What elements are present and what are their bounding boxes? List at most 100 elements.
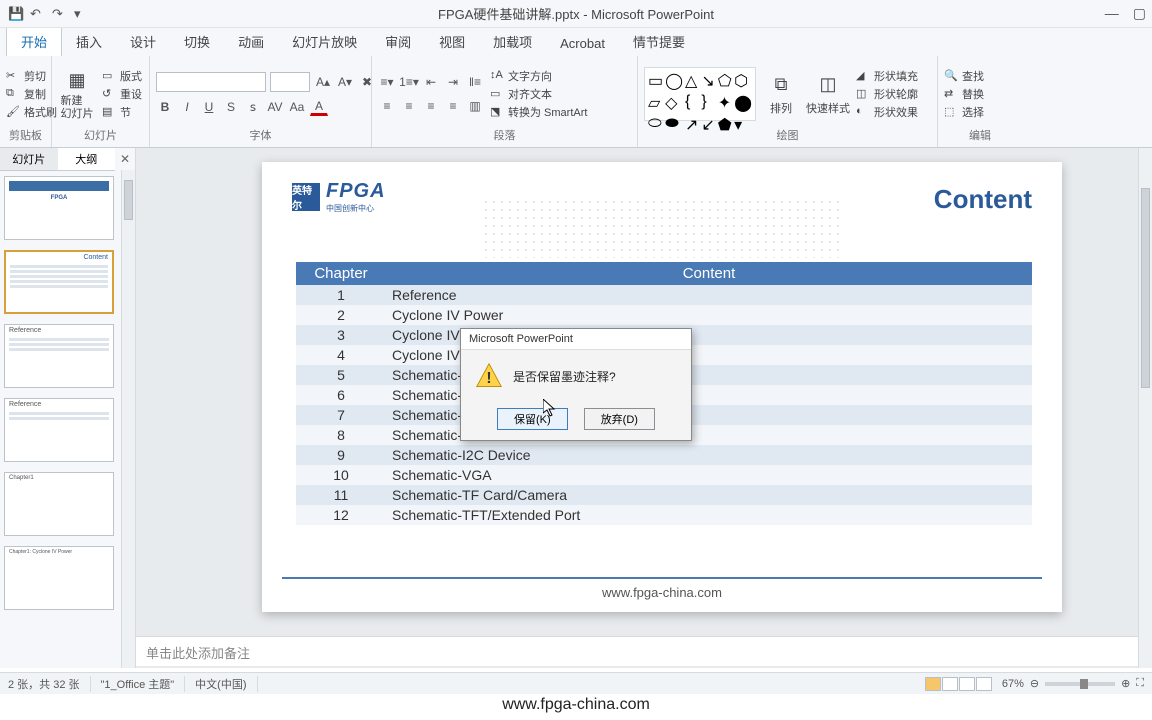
slideshow-view-button[interactable] xyxy=(976,677,992,691)
redo-icon[interactable]: ↷ xyxy=(52,6,68,22)
slide-thumb[interactable]: Content xyxy=(4,250,114,314)
shapes-gallery[interactable]: ▭◯△↘⬠⬡ ▱◇{}✦⬤ ⬭⬬↗↙⬟▾ xyxy=(644,67,756,121)
section-button[interactable]: ▤节 xyxy=(102,104,142,120)
bold-button[interactable]: B xyxy=(156,98,174,116)
grow-font-icon[interactable]: A▴ xyxy=(314,73,332,91)
shape-icon[interactable]: ⬤ xyxy=(734,93,752,113)
align-left-button[interactable]: ≡ xyxy=(378,97,396,115)
italic-button[interactable]: I xyxy=(178,98,196,116)
shape-icon[interactable]: △ xyxy=(685,71,699,91)
warning-icon: ! xyxy=(475,362,503,390)
columns-button[interactable]: ▥ xyxy=(466,97,484,115)
align-center-button[interactable]: ≡ xyxy=(400,97,418,115)
tab-home[interactable]: 开始 xyxy=(6,26,62,56)
slide-thumb[interactable]: FPGA xyxy=(4,176,114,240)
tab-design[interactable]: 设计 xyxy=(116,27,170,56)
shape-icon[interactable]: } xyxy=(701,93,715,113)
shape-outline-button[interactable]: ◫形状轮廓 xyxy=(856,86,918,102)
quick-styles-button[interactable]: ◫快速样式 xyxy=(806,72,850,116)
tab-transitions[interactable]: 切换 xyxy=(170,27,224,56)
discard-button[interactable]: 放弃(D) xyxy=(584,408,655,430)
slide-thumb[interactable]: Reference xyxy=(4,398,114,462)
undo-icon[interactable]: ↶ xyxy=(30,6,46,22)
convert-smartart-button[interactable]: ⬔转换为 SmartArt xyxy=(490,104,587,120)
shape-icon[interactable]: ↘ xyxy=(701,71,715,91)
zoom-level[interactable]: 67% xyxy=(1002,678,1024,690)
reset-button[interactable]: ↺重设 xyxy=(102,86,142,102)
arrange-button[interactable]: ⧉排列 xyxy=(762,72,800,116)
shape-icon[interactable]: { xyxy=(685,93,699,113)
fit-window-icon[interactable]: ⛶ xyxy=(1136,677,1144,690)
group-drawing-label: 绘图 xyxy=(644,127,931,145)
group-font-label: 字体 xyxy=(156,127,365,145)
slide-thumb[interactable]: Chapter1: Cyclone IV Power xyxy=(4,546,114,610)
shape-fill-button[interactable]: ◢形状填充 xyxy=(856,68,918,84)
minimize-icon[interactable]: — xyxy=(1105,5,1119,22)
slides-pane: 幻灯片 大纲 ✕ FPGA Content Reference Referenc… xyxy=(0,148,136,668)
replace-button[interactable]: ⇄替换 xyxy=(944,86,984,102)
save-icon[interactable]: 💾 xyxy=(8,6,24,22)
new-slide-button[interactable]: ▦新建 幻灯片 xyxy=(58,67,96,119)
shape-icon[interactable]: ⬠ xyxy=(718,71,732,91)
zoom-in-icon[interactable]: ⊕ xyxy=(1121,677,1130,690)
layout-button[interactable]: ▭版式 xyxy=(102,68,142,84)
tab-insert[interactable]: 插入 xyxy=(62,27,116,56)
pane-tab-slides[interactable]: 幻灯片 xyxy=(0,148,58,171)
slide-thumb[interactable]: Reference xyxy=(4,324,114,388)
shrink-font-icon[interactable]: A▾ xyxy=(336,73,354,91)
text-direction-button[interactable]: ↕A文字方向 xyxy=(490,68,587,84)
line-spacing-button[interactable]: ‖≡ xyxy=(466,73,484,91)
justify-button[interactable]: ≡ xyxy=(444,97,462,115)
char-spacing-button[interactable]: AV xyxy=(266,98,284,116)
align-text-button[interactable]: ▭对齐文本 xyxy=(490,86,587,102)
outdent-button[interactable]: ⇤ xyxy=(422,73,440,91)
tab-review[interactable]: 审阅 xyxy=(371,27,425,56)
tab-acrobat[interactable]: Acrobat xyxy=(546,31,619,56)
copy-button[interactable]: ⧉复制 xyxy=(6,86,57,102)
zoom-slider[interactable] xyxy=(1045,682,1115,686)
tab-view[interactable]: 视图 xyxy=(425,27,479,56)
shape-effects-button[interactable]: ◐形状效果 xyxy=(856,104,918,120)
normal-view-button[interactable] xyxy=(925,677,941,691)
qat-dropdown-icon[interactable]: ▾ xyxy=(74,6,90,22)
shape-icon[interactable]: ⬡ xyxy=(734,71,752,91)
font-family-select[interactable] xyxy=(156,72,266,92)
canvas-scrollbar[interactable] xyxy=(1138,148,1152,668)
shape-icon[interactable]: ◇ xyxy=(665,93,683,113)
group-slides-label: 幻灯片 xyxy=(58,127,143,145)
font-color-button[interactable]: A xyxy=(310,98,328,116)
change-case-button[interactable]: Aa xyxy=(288,98,306,116)
status-slide-count: 2 张，共 32 张 xyxy=(8,676,91,692)
maximize-icon[interactable]: ▢ xyxy=(1133,5,1146,22)
zoom-out-icon[interactable]: ⊖ xyxy=(1030,677,1039,690)
tab-slideshow[interactable]: 幻灯片放映 xyxy=(278,27,371,56)
sorter-view-button[interactable] xyxy=(942,677,958,691)
shape-icon[interactable]: ✦ xyxy=(718,93,732,113)
notes-pane[interactable]: 单击此处添加备注 xyxy=(136,636,1152,666)
tab-animations[interactable]: 动画 xyxy=(224,27,278,56)
tab-storyboard[interactable]: 情节提要 xyxy=(619,27,699,56)
font-size-select[interactable] xyxy=(270,72,310,92)
reading-view-button[interactable] xyxy=(959,677,975,691)
select-button[interactable]: ⬚选择 xyxy=(944,104,984,120)
indent-button[interactable]: ⇥ xyxy=(444,73,462,91)
underline-button[interactable]: U xyxy=(200,98,218,116)
align-right-button[interactable]: ≡ xyxy=(422,97,440,115)
format-painter-button[interactable]: 🖌格式刷 xyxy=(6,104,57,120)
cut-button[interactable]: ✂剪切 xyxy=(6,68,57,84)
numbering-button[interactable]: 1≡▾ xyxy=(400,73,418,91)
tab-addins[interactable]: 加载项 xyxy=(479,27,546,56)
status-language[interactable]: 中文(中国) xyxy=(195,676,257,692)
shape-icon[interactable]: ◯ xyxy=(665,71,683,91)
slide-thumb[interactable]: Chapter1 xyxy=(4,472,114,536)
bullets-button[interactable]: ≡▾ xyxy=(378,73,396,91)
shape-icon[interactable]: ▱ xyxy=(648,93,663,113)
pane-scrollbar[interactable] xyxy=(121,170,135,668)
shape-icon[interactable]: ▭ xyxy=(648,71,663,91)
strike-button[interactable]: S xyxy=(222,98,240,116)
find-button[interactable]: 🔍查找 xyxy=(944,68,984,84)
pane-close-icon[interactable]: ✕ xyxy=(115,152,135,166)
shadow-button[interactable]: ꜱ xyxy=(244,98,262,116)
keep-button[interactable]: 保留(K) xyxy=(497,408,568,430)
pane-tab-outline[interactable]: 大纲 xyxy=(58,148,116,171)
